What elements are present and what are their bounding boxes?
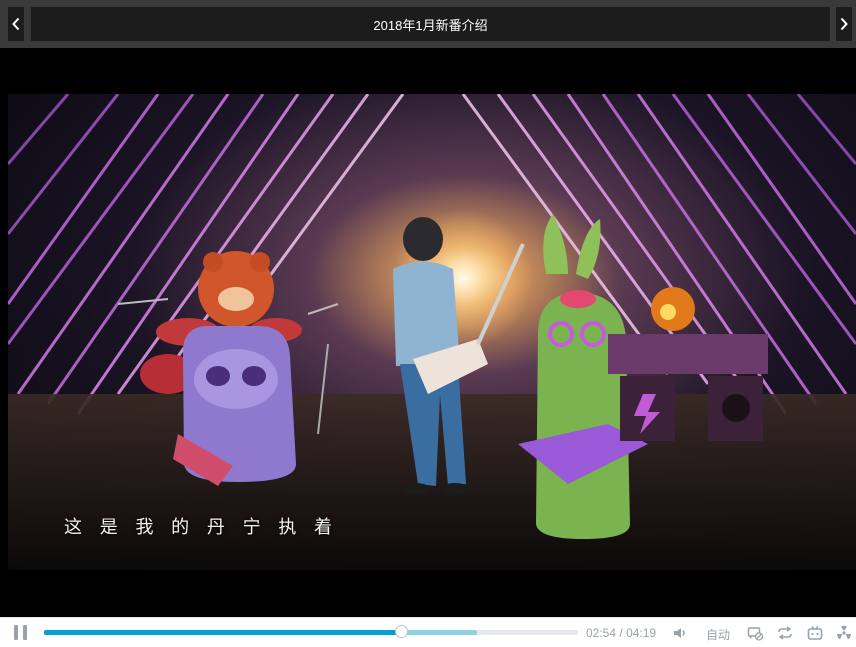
concert-scene-illustration	[8, 94, 856, 570]
danmaku-toggle-icon[interactable]	[747, 625, 763, 641]
top-bar: 2018年1月新番介绍	[0, 0, 856, 48]
player-controls: 02:54 / 04:19 自动	[0, 617, 856, 647]
chevron-right-icon	[840, 17, 848, 31]
previous-button[interactable]	[8, 7, 24, 41]
video-frame[interactable]: 这 是 我 的 丹 宁 执 着	[8, 94, 856, 570]
time-display: 02:54 / 04:19	[586, 626, 656, 640]
next-button[interactable]	[836, 7, 852, 41]
chevron-left-icon	[12, 17, 20, 31]
progress-bar[interactable]	[44, 625, 578, 638]
title-bar: 2018年1月新番介绍	[31, 7, 830, 41]
pause-icon	[14, 625, 18, 640]
page-title: 2018年1月新番介绍	[373, 17, 488, 33]
video-player[interactable]: 这 是 我 的 丹 宁 执 着	[0, 48, 856, 617]
loop-icon[interactable]	[777, 625, 793, 641]
current-time: 02:54	[586, 626, 617, 640]
progress-thumb[interactable]	[394, 625, 408, 638]
video-subtitle: 这 是 我 的 丹 宁 执 着	[64, 517, 339, 538]
progress-played	[44, 630, 402, 635]
quality-auto-button[interactable]: 自动	[706, 626, 730, 643]
duration: 04:19	[626, 626, 657, 640]
time-separator: /	[619, 626, 623, 640]
volume-icon[interactable]	[672, 625, 688, 641]
radiation-icon[interactable]	[836, 625, 852, 641]
pause-icon-bar	[23, 625, 27, 640]
tv-mascot-icon[interactable]	[807, 625, 823, 641]
pause-button[interactable]	[12, 624, 30, 642]
